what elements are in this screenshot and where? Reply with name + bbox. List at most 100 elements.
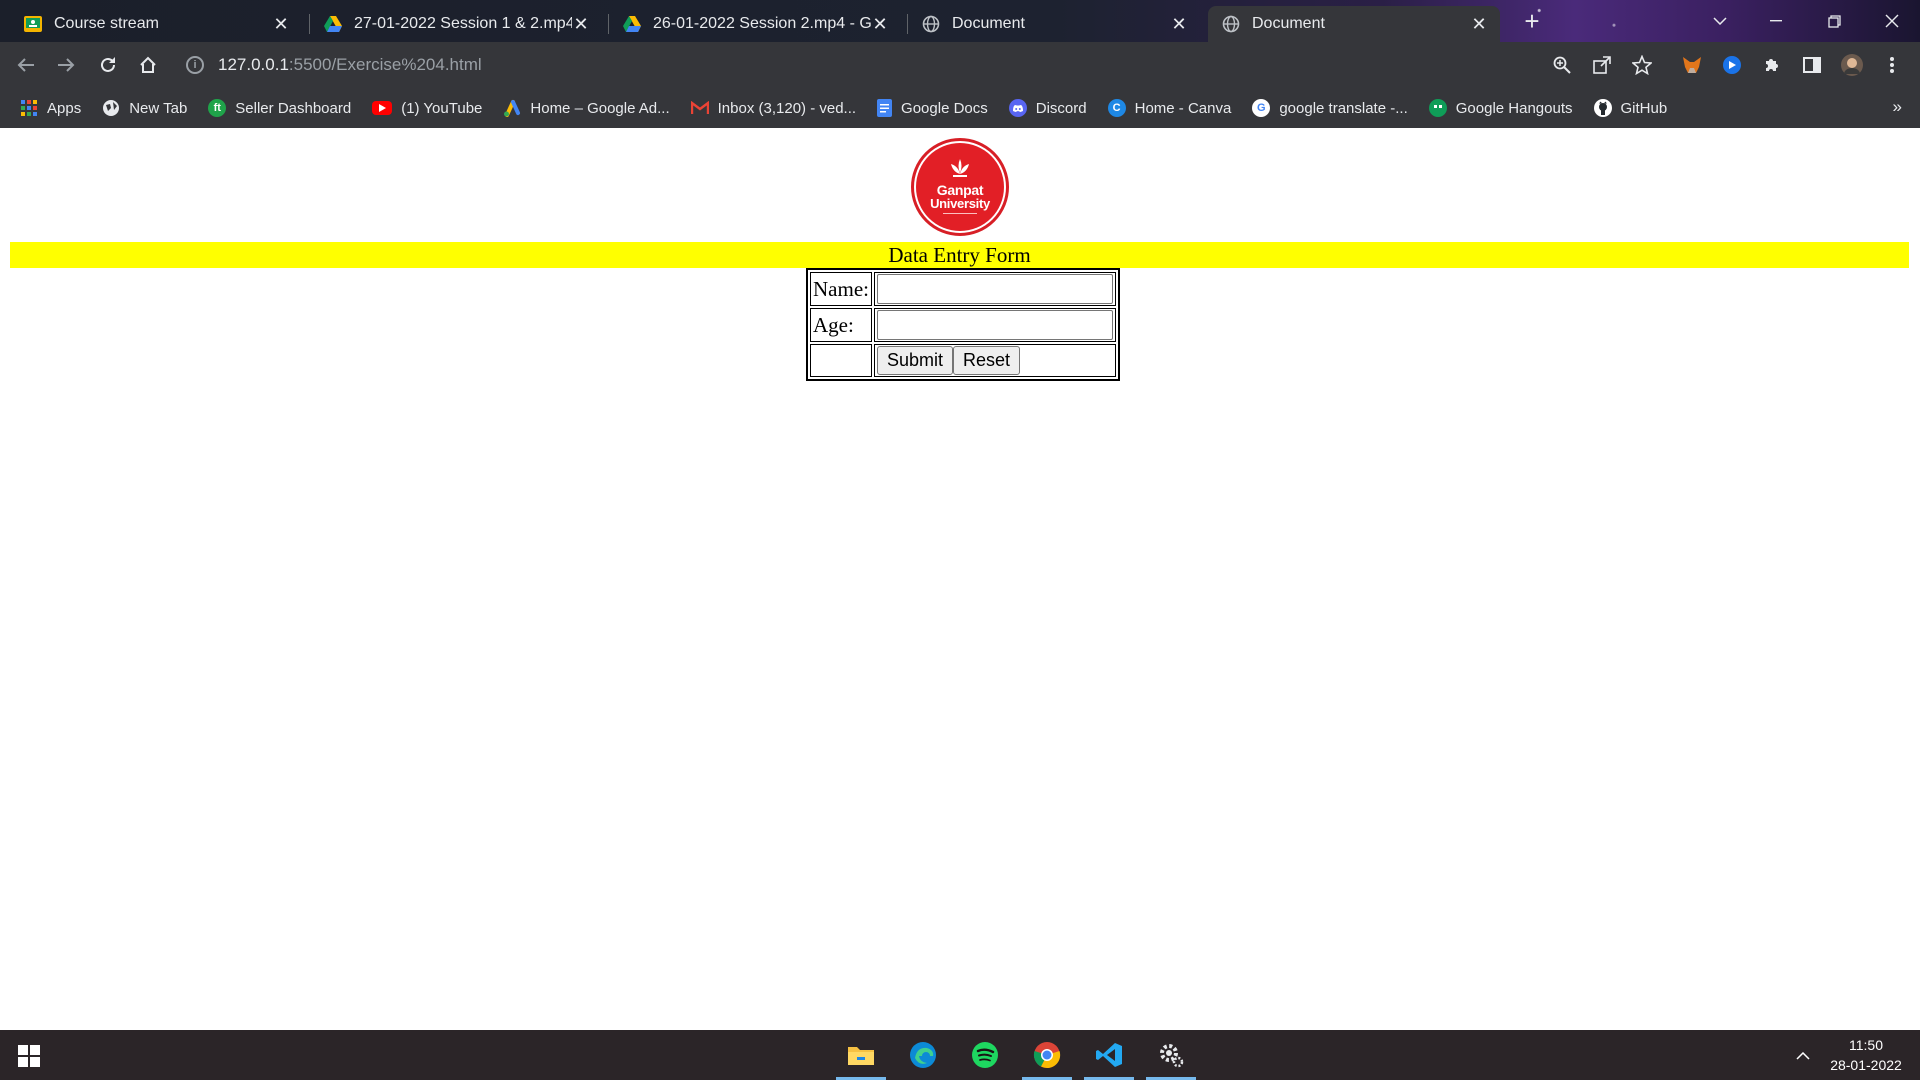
bookmarks-overflow-button[interactable]: » [1893,97,1902,117]
chrome-menu-button[interactable] [1878,51,1906,79]
tab-drive-session-1-2[interactable]: 27-01-2022 Session 1 & 2.mp4 - Goo ✕ [310,6,602,42]
university-logo: Ganpat University [911,138,1009,236]
bookmark-google-translate[interactable]: G google translate -... [1252,99,1408,117]
share-button[interactable] [1588,51,1616,79]
bookmark-discord[interactable]: Discord [1008,99,1087,117]
bookmark-github[interactable]: GitHub [1593,99,1667,117]
chrome-icon [1033,1042,1061,1069]
start-button[interactable] [18,1045,40,1067]
bookmark-label: Discord [1035,99,1087,117]
star-icon [1632,55,1652,75]
close-icon[interactable]: ✕ [572,14,590,35]
reset-button[interactable]: Reset [953,346,1021,375]
gmail-icon [690,99,709,117]
home-icon [140,56,156,73]
clock-date: 28-01-2022 [1830,1057,1902,1073]
more-vert-icon [1890,57,1894,73]
bookmark-google-docs[interactable]: Google Docs [877,99,988,117]
metamask-extension-button[interactable] [1678,51,1706,79]
youtube-icon [372,101,393,115]
extension-button[interactable] [1718,51,1746,79]
taskbar-file-explorer[interactable] [836,1030,886,1080]
address-bar[interactable]: i 127.0.0.1:5500/Exercise%204.html [178,49,1512,81]
show-hidden-icons-button[interactable] [1796,1044,1810,1065]
close-icon[interactable]: ✕ [1470,14,1488,35]
logo-subtext: University [930,195,990,211]
bookmark-google-ads[interactable]: Home – Google Ad... [503,99,670,117]
discord-icon [1008,99,1027,117]
avatar [1841,54,1863,76]
windows-logo-tile [30,1057,40,1067]
tab-search-button[interactable] [1692,0,1748,42]
profile-button[interactable] [1838,51,1866,79]
bookmark-label: Seller Dashboard [235,99,352,117]
bookmark-seller-dashboard[interactable]: ft Seller Dashboard [208,99,351,117]
close-icon[interactable]: ✕ [871,14,889,35]
new-tab-button[interactable]: + [1518,8,1546,36]
age-input[interactable] [877,310,1113,340]
tab-title: Document [1252,15,1325,32]
arrow-left-icon [17,58,34,72]
submit-button[interactable]: Submit [877,346,954,375]
taskbar-chrome[interactable] [1022,1030,1072,1080]
home-button[interactable] [134,51,162,79]
info-icon[interactable]: i [186,56,204,74]
taskbar-vscode[interactable] [1084,1030,1134,1080]
bookmark-youtube[interactable]: (1) YouTube [372,100,482,117]
google-docs-icon [877,99,893,117]
name-input[interactable] [877,274,1113,304]
bookmark-apps[interactable]: Apps [20,99,81,117]
name-input-cell [874,272,1116,306]
side-panel-button[interactable] [1798,51,1826,79]
taskbar-edge[interactable] [898,1030,948,1080]
url-text[interactable]: 127.0.0.1:5500/Exercise%204.html [218,55,482,75]
forward-button[interactable] [52,51,80,79]
bookmark-label: Google Docs [901,99,988,117]
tab-document-1[interactable]: Document ✕ [908,6,1200,42]
globe-icon [922,15,940,33]
name-label: Name: [810,272,872,306]
minimize-button[interactable] [1748,0,1804,42]
google-ads-icon [503,99,521,117]
close-window-button[interactable] [1864,0,1920,42]
bookmark-google-hangouts[interactable]: Google Hangouts [1428,99,1573,117]
restore-button[interactable] [1806,0,1862,42]
chevron-up-icon [1796,1051,1810,1060]
zoom-button[interactable] [1548,51,1576,79]
reload-icon [101,57,115,72]
bookmark-new-tab[interactable]: New Tab [102,99,187,117]
bookmark-gmail[interactable]: Inbox (3,120) - ved... [690,99,856,117]
taskbar-settings[interactable] [1146,1030,1196,1080]
bookmark-canva[interactable]: C Home - Canva [1107,99,1231,117]
tab-title: Document [952,15,1025,32]
puzzle-icon [1766,59,1778,71]
close-icon[interactable]: ✕ [1170,14,1188,35]
age-input-cell [874,308,1116,342]
google-classroom-icon [24,15,42,33]
close-icon[interactable]: ✕ [272,14,290,35]
extensions-button[interactable] [1758,51,1786,79]
bookmark-star-button[interactable] [1628,51,1656,79]
form-heading: Data Entry Form [10,242,1909,268]
back-button[interactable] [12,51,40,79]
tab-course-stream[interactable]: Course stream ✕ [10,6,302,42]
tab-document-active[interactable]: Document ✕ [1208,6,1500,42]
share-icon [1593,56,1611,74]
system-clock[interactable]: 11:50 28-01-2022 [1820,1035,1912,1075]
bookmark-label: google translate -... [1279,99,1408,117]
bookmark-label: Apps [47,99,82,117]
lotus-icon [947,158,973,181]
logo-text: Ganpat [936,181,984,198]
logo-emblem: Ganpat University [916,143,1004,231]
buttons-cell: Submit Reset [874,344,1116,377]
clock-time: 11:50 [1849,1037,1883,1053]
bookmark-label: (1) YouTube [401,99,483,117]
tab-drive-session-2[interactable]: 26-01-2022 Session 2.mp4 - Goo ✕ [609,6,901,42]
browser-toolbar: i 127.0.0.1:5500/Exercise%204.html [0,42,1920,88]
taskbar-spotify[interactable] [960,1030,1010,1080]
reload-button[interactable] [94,51,122,79]
data-entry-form: Name: Age: Submit Reset [806,268,1120,381]
vscode-icon [1096,1043,1122,1067]
github-icon [1593,99,1612,117]
apps-grid-icon [20,99,38,117]
